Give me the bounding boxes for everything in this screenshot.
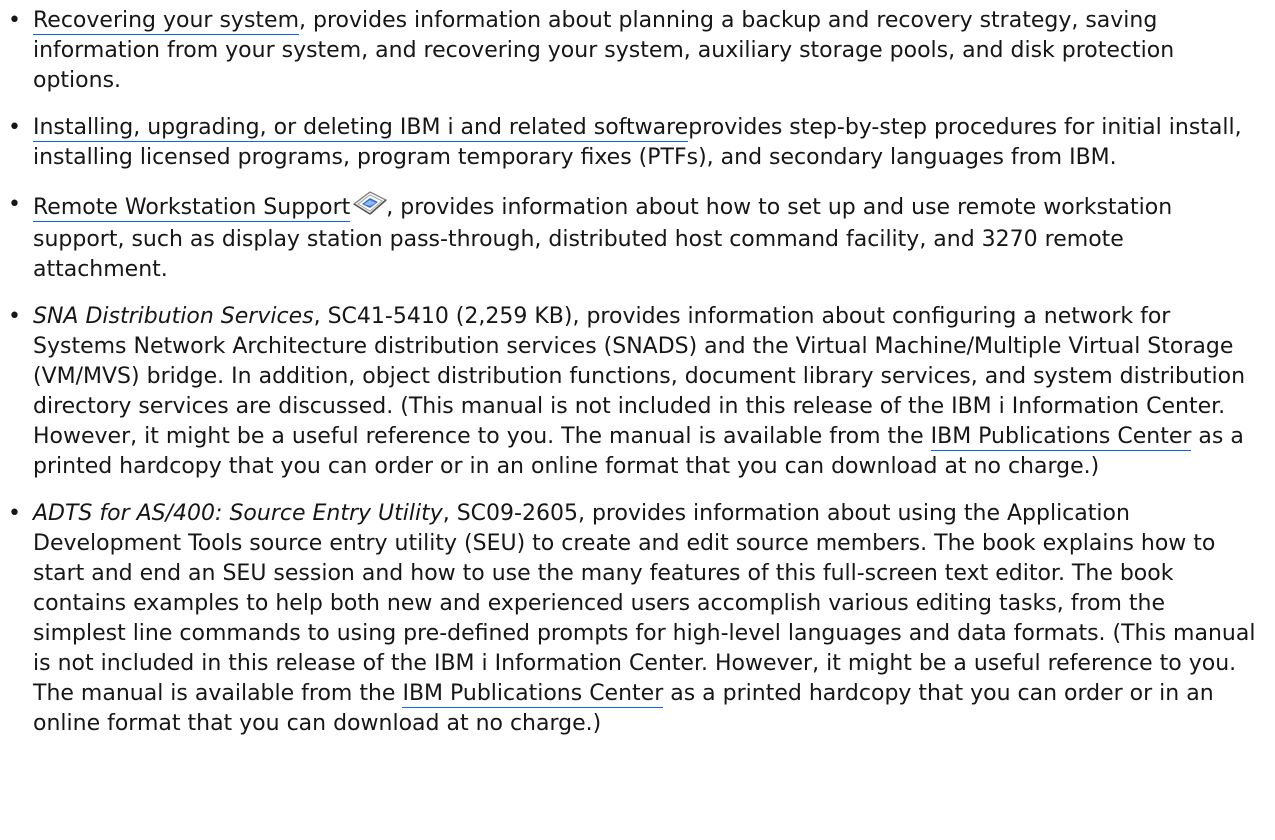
external-pdf-icon[interactable] (352, 190, 388, 225)
bullet: • (8, 8, 21, 33)
list-item: • SNA Distribution Services, SC41-5410 (… (8, 302, 1259, 482)
ibm-publications-center-link[interactable]: IBM Publications Center (930, 424, 1192, 451)
reference-list: • Recovering your system, provides infor… (8, 6, 1259, 739)
bullet: • (8, 115, 21, 140)
document-body: • Recovering your system, provides infor… (0, 0, 1275, 739)
list-item: • Recovering your system, provides infor… (8, 6, 1259, 96)
book-title: SNA Distribution Services (33, 304, 314, 329)
list-item: • ADTS for AS/400: Source Entry Utility,… (8, 499, 1259, 739)
bullet: • (8, 192, 21, 217)
remote-workstation-support-link[interactable]: Remote Workstation Support (33, 195, 351, 222)
book-title: ADTS for AS/400: Source Entry Utility (33, 501, 443, 526)
list-item: • Installing, upgrading, or deleting IBM… (8, 113, 1259, 173)
recovering-your-system-link[interactable]: Recovering your system (33, 8, 299, 35)
item-description: , SC09-2605, provides information about … (33, 501, 1256, 706)
ibm-publications-center-link[interactable]: IBM Publications Center (402, 681, 664, 708)
installing-upgrading-deleting-link[interactable]: Installing, upgrading, or deleting IBM i… (33, 115, 689, 142)
list-item: • Remote Workstation Support , provides … (8, 190, 1259, 285)
bullet: • (8, 304, 21, 329)
bullet: • (8, 501, 21, 526)
